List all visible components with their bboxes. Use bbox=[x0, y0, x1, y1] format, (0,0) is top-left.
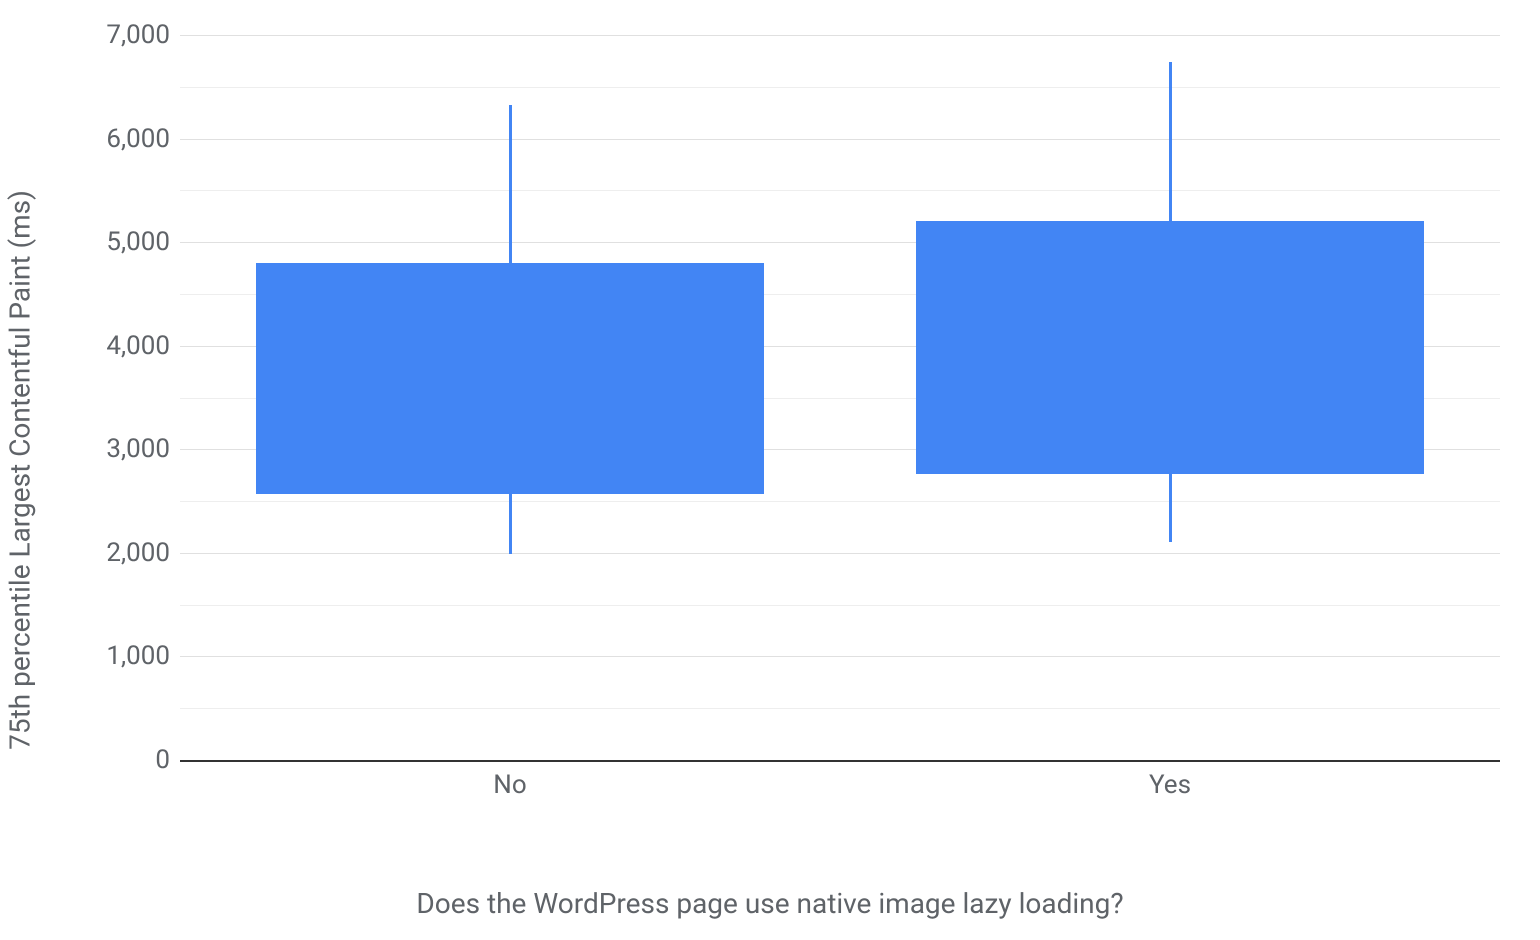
gridline-major bbox=[180, 553, 1500, 554]
x-tick-label: No bbox=[493, 770, 526, 800]
y-tick-label: 7,000 bbox=[50, 20, 170, 50]
whisker-upper bbox=[1169, 62, 1172, 222]
gridline-major bbox=[180, 35, 1500, 36]
x-axis-label: Does the WordPress page use native image… bbox=[416, 887, 1123, 920]
whisker-lower bbox=[509, 494, 512, 554]
gridline-minor bbox=[180, 708, 1500, 709]
gridline-minor bbox=[180, 87, 1500, 88]
gridline-minor bbox=[180, 605, 1500, 606]
x-axis-line bbox=[180, 760, 1500, 762]
plot-area: 01,0002,0003,0004,0005,0006,0007,000NoYe… bbox=[180, 35, 1500, 760]
y-tick-label: 4,000 bbox=[50, 331, 170, 361]
y-tick-label: 0 bbox=[50, 745, 170, 775]
y-tick-label: 1,000 bbox=[50, 641, 170, 671]
whisker-upper bbox=[509, 105, 512, 262]
gridline-major bbox=[180, 656, 1500, 657]
gridline-minor bbox=[180, 501, 1500, 502]
x-tick-label: Yes bbox=[1149, 770, 1191, 800]
y-tick-label: 5,000 bbox=[50, 227, 170, 257]
box bbox=[256, 263, 764, 494]
boxplot-chart: 75th percentile Largest Contentful Paint… bbox=[0, 0, 1540, 940]
y-tick-label: 2,000 bbox=[50, 538, 170, 568]
y-tick-label: 3,000 bbox=[50, 434, 170, 464]
y-tick-label: 6,000 bbox=[50, 124, 170, 154]
gridline-minor bbox=[180, 190, 1500, 191]
gridline-major bbox=[180, 139, 1500, 140]
y-axis-label: 75th percentile Largest Contentful Paint… bbox=[4, 190, 37, 750]
box bbox=[916, 221, 1424, 474]
whisker-lower bbox=[1169, 474, 1172, 542]
